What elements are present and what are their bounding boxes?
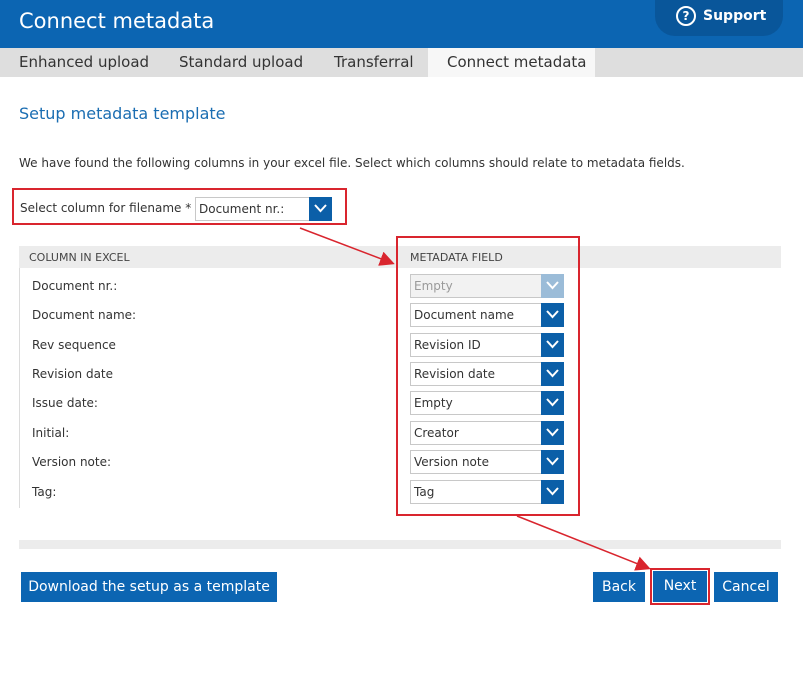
app-header: Connect metadata ? Support [0, 0, 803, 48]
tab-standard-upload[interactable]: Standard upload [160, 48, 315, 77]
support-label: Support [703, 8, 767, 24]
cancel-button[interactable]: Cancel [714, 572, 778, 602]
filename-label: Select column for filename * [20, 201, 192, 215]
support-button[interactable]: ? Support [655, 0, 783, 36]
page-title: Connect metadata [19, 9, 215, 33]
tab-connect-metadata[interactable]: Connect metadata [428, 48, 595, 77]
table-row-label: Document name: [32, 308, 137, 322]
table-row-label: Initial: [32, 426, 70, 440]
next-button[interactable]: Next [653, 571, 707, 602]
tab-bar: Enhanced upload Standard upload Transfer… [0, 48, 803, 77]
table-row-label: Version note: [32, 455, 112, 469]
download-template-button[interactable]: Download the setup as a template [21, 572, 277, 602]
column-header-excel: COLUMN IN EXCEL [29, 251, 130, 264]
filename-highlight: Select column for filename * Document nr… [12, 188, 347, 225]
help-icon: ? [676, 6, 696, 26]
intro-text: We have found the following columns in y… [19, 156, 685, 170]
table-row-label: Document nr.: [32, 279, 118, 293]
tab-transferral[interactable]: Transferral [315, 48, 428, 77]
table-row-label: Rev sequence [32, 338, 116, 352]
table-left-border [19, 268, 20, 508]
section-title: Setup metadata template [19, 104, 226, 123]
table-row-label: Tag: [32, 485, 57, 499]
filename-select[interactable]: Document nr.: [195, 197, 332, 221]
metadata-highlight [396, 236, 580, 516]
table-row-label: Issue date: [32, 396, 98, 410]
back-button[interactable]: Back [593, 572, 645, 602]
tab-enhanced-upload[interactable]: Enhanced upload [0, 48, 160, 77]
table-footer [19, 540, 781, 549]
table-row-label: Revision date [32, 367, 114, 381]
chevron-down-icon [309, 197, 332, 221]
